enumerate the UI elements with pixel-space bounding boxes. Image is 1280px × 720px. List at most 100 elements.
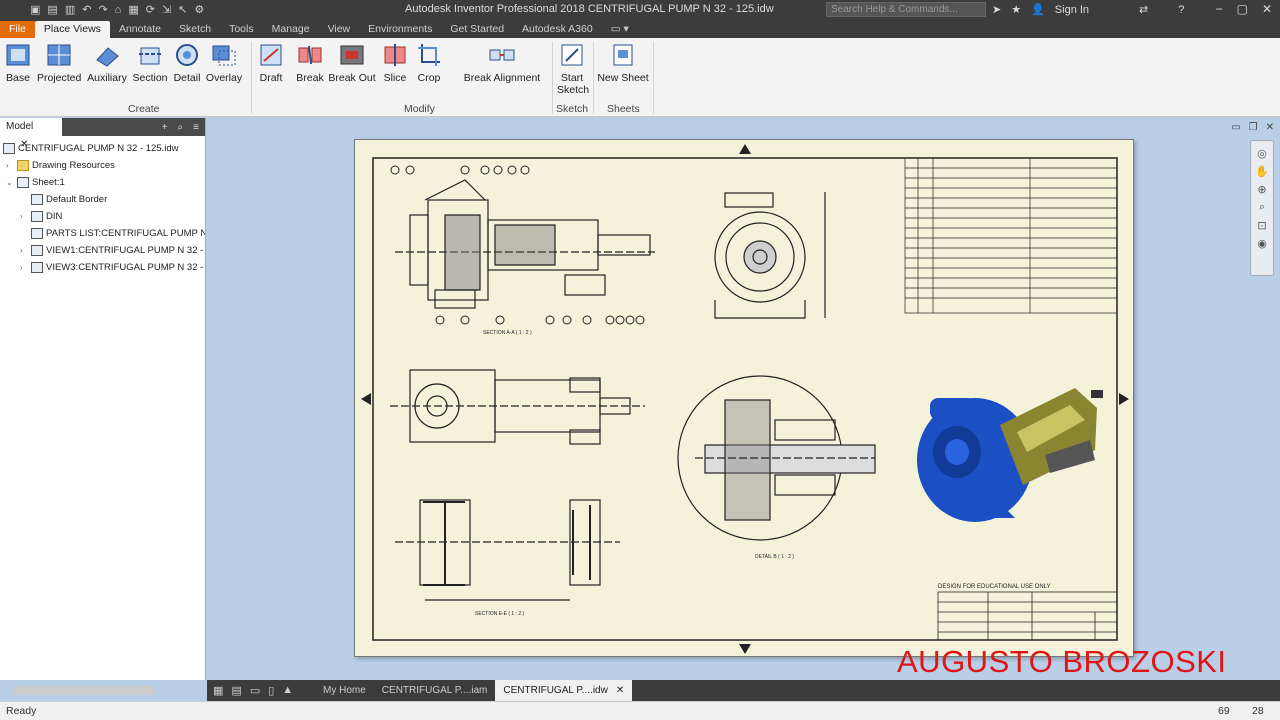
canvas-minimize-icon[interactable]: ▭ (1231, 122, 1240, 133)
crop-button[interactable]: Crop (414, 42, 444, 84)
zoom-window-icon[interactable]: ⌕ (1259, 201, 1265, 214)
select-icon[interactable]: ↖ (178, 4, 187, 16)
tab-my-home[interactable]: My Home (315, 680, 374, 701)
status-count-2: 28 (1252, 705, 1264, 717)
maximize-icon[interactable]: ▢ (1237, 2, 1248, 16)
drawing-sheet[interactable]: SECTION A-A ( 1 : 2 ) DETAIL B (1: 2)… (354, 139, 1134, 657)
home-tab-icon[interactable]: ▲ (282, 684, 293, 697)
new-icon[interactable]: ▣ (30, 4, 40, 16)
base-view-button[interactable]: Base (4, 42, 32, 84)
exchange-icon[interactable]: ⇄ (1139, 3, 1148, 16)
save-icon[interactable]: ▥ (65, 4, 75, 16)
break-out-button[interactable]: Break Out (328, 42, 376, 84)
tree-item-view3[interactable]: › VIEW3:CENTRIFUGAL PUMP N 32 - 1 (0, 259, 205, 276)
zoom-all-icon[interactable]: ⊡ (1257, 219, 1266, 232)
help-icon[interactable]: ? (1178, 4, 1184, 16)
home-icon[interactable]: ⌂ (115, 4, 122, 16)
section-e-label: SECTION E-E ( 1 : 2 ) (475, 611, 525, 617)
section-view-button[interactable]: Section (131, 42, 169, 84)
overlay-view-button[interactable]: Overlay (205, 42, 243, 84)
front-view (714, 192, 826, 319)
redo-icon[interactable]: ↷ (98, 4, 107, 16)
section-view-icon (137, 42, 163, 68)
title-block-icon (31, 211, 43, 222)
draft-view-button[interactable]: Draft (256, 42, 286, 84)
expand-icon[interactable]: › (20, 242, 23, 259)
slice-button[interactable]: Slice (381, 42, 409, 84)
update-icon[interactable]: ⟳ (146, 4, 155, 16)
tree-item-parts-list[interactable]: PARTS LIST:CENTRIFUGAL PUMP N 3 (0, 225, 205, 242)
ribbon-panel: Base Projected Auxiliary Section Detail … (0, 38, 1280, 117)
tab-tools[interactable]: Tools (220, 21, 263, 38)
tab-get-started[interactable]: Get Started (441, 21, 513, 38)
drawing-icon (3, 143, 15, 154)
detail-view-button[interactable]: Detail (172, 42, 202, 84)
search-icon[interactable]: ⌕ (178, 122, 184, 133)
tree-item-din[interactable]: › DIN (0, 208, 205, 225)
start-sketch-icon (559, 42, 585, 68)
projected-view-button[interactable]: Projected (37, 42, 81, 84)
search-go-icon[interactable]: ➤ (992, 3, 1001, 16)
tab-assembly[interactable]: CENTRIFUGAL P....iam (374, 680, 496, 701)
tab-view[interactable]: View (319, 21, 360, 38)
vertical-icon[interactable]: ▯ (268, 684, 274, 697)
measure-icon[interactable]: ⇲ (162, 4, 171, 16)
cascade-icon[interactable]: ▤ (231, 684, 241, 697)
canvas-close-icon[interactable]: ✕ (1266, 122, 1274, 133)
tree-item-drawing-resources[interactable]: › Drawing Resources (0, 157, 205, 174)
menu-icon[interactable]: ≡ (193, 122, 199, 133)
pan-icon[interactable]: ✋ (1255, 165, 1269, 178)
print-icon[interactable]: ▦ (128, 4, 138, 16)
minimize-icon[interactable]: − (1216, 2, 1223, 16)
tab-file[interactable]: File (0, 21, 35, 38)
sketch-group-label: Sketch (556, 103, 589, 115)
tab-model[interactable]: Model ✕ (0, 118, 62, 150)
user-icon[interactable]: 👤 (1031, 3, 1045, 16)
tree-item-view1[interactable]: › VIEW1:CENTRIFUGAL PUMP N 32 - 1 (0, 242, 205, 259)
zoom-icon[interactable]: ⊕ (1257, 183, 1266, 196)
new-sheet-button[interactable]: New Sheet (597, 42, 649, 84)
open-icon[interactable]: ▤ (47, 4, 57, 16)
add-tab-icon[interactable]: + (162, 122, 168, 133)
tab-place-views[interactable]: Place Views (34, 21, 110, 38)
settings-icon[interactable]: ⚙ (194, 4, 204, 16)
projected-view-icon (46, 42, 72, 68)
tree-item-sheet[interactable]: ⌄ Sheet:1 (0, 174, 205, 191)
ribbon-separator (552, 42, 553, 114)
model-browser: Model ✕ + ⌕ ≡ CENTRIFUGAL PUMP N 32 - 12… (0, 118, 206, 680)
tab-sketch[interactable]: Sketch (170, 21, 220, 38)
collapse-icon[interactable]: ⌄ (6, 174, 13, 191)
browser-scrollbar[interactable] (14, 686, 154, 695)
expand-icon[interactable]: › (20, 208, 23, 225)
look-at-icon[interactable]: ◉ (1257, 237, 1267, 250)
break-alignment-button[interactable]: Break Alignment (460, 42, 544, 84)
tab-environments[interactable]: Environments (359, 21, 441, 38)
ribbon-options-icon[interactable]: ▭ ▾ (602, 21, 638, 38)
close-icon[interactable]: ✕ (1262, 2, 1272, 16)
break-button[interactable]: Break (294, 42, 326, 84)
sheets-group-label: Sheets (607, 103, 640, 115)
auxiliary-view-button[interactable]: Auxiliary (86, 42, 128, 84)
tab-drawing[interactable]: CENTRIFUGAL P....idw ✕ (495, 680, 633, 701)
canvas-restore-icon[interactable]: ❐ (1249, 122, 1258, 133)
tab-annotate[interactable]: Annotate (110, 21, 170, 38)
tile-icon[interactable]: ▦ (213, 684, 223, 697)
horizontal-icon[interactable]: ▭ (250, 684, 260, 697)
expand-icon[interactable]: › (6, 157, 9, 174)
sign-in-link[interactable]: Sign In (1055, 4, 1089, 16)
star-icon[interactable]: ★ (1011, 3, 1021, 16)
tree-item-default-border[interactable]: Default Border (0, 191, 205, 208)
start-sketch-button[interactable]: Start Sketch (555, 42, 589, 96)
title-bar: ▣ ▤ ▥ ↶ ↷ ⌂ ▦ ⟳ ⇲ ↖ ⚙ Autodesk Inventor … (0, 0, 1280, 20)
pump-3d-view (917, 388, 1103, 522)
undo-icon[interactable]: ↶ (82, 4, 91, 16)
expand-icon[interactable]: › (20, 259, 23, 276)
close-tab-icon[interactable]: ✕ (616, 685, 624, 696)
draft-view-icon (258, 42, 284, 68)
steering-wheel-icon[interactable]: ◎ (1257, 147, 1267, 160)
tree-item-document[interactable]: CENTRIFUGAL PUMP N 32 - 125.idw (0, 140, 205, 157)
detail-view (677, 375, 876, 541)
tab-manage[interactable]: Manage (263, 21, 319, 38)
search-input[interactable]: Search Help & Commands... (826, 2, 986, 17)
tab-autodesk-a360[interactable]: Autodesk A360 (513, 21, 602, 38)
